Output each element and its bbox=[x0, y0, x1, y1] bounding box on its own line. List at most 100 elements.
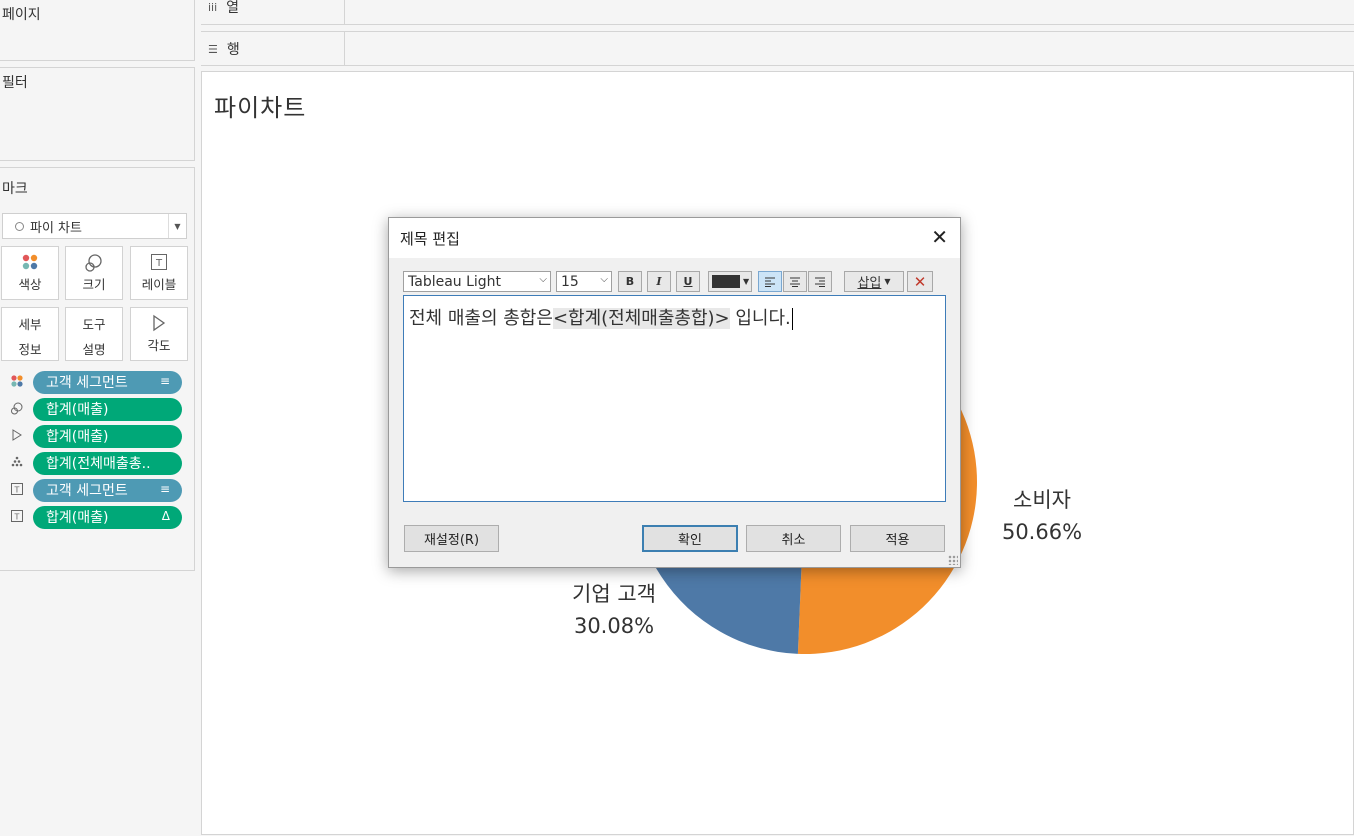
svg-text:T: T bbox=[14, 485, 20, 494]
chevron-down-icon: ⌵ bbox=[539, 274, 547, 285]
color-label: 색상 bbox=[18, 277, 42, 292]
mark-pill-segment-color[interactable]: 고객 세그먼트 ≡ bbox=[8, 370, 184, 394]
angle-icon bbox=[131, 314, 187, 338]
align-right-button[interactable] bbox=[808, 271, 832, 292]
angle-button[interactable]: 각도 bbox=[130, 307, 188, 361]
dialog-title: 제목 편집 bbox=[400, 230, 460, 248]
size-button[interactable]: 크기 bbox=[65, 246, 123, 300]
title-text-before: 전체 매출의 총합은 bbox=[409, 308, 553, 329]
filters-title: 필터 bbox=[2, 75, 28, 91]
color-dots-icon bbox=[2, 253, 58, 277]
color-button[interactable]: 색상 bbox=[1, 246, 59, 300]
reset-button[interactable]: 재설정(R) bbox=[404, 525, 499, 552]
pill-label: 합계(매출) bbox=[46, 510, 109, 526]
angle-icon bbox=[8, 428, 26, 445]
chevron-down-icon: ⌵ bbox=[600, 274, 608, 285]
align-left-icon bbox=[765, 277, 775, 287]
label-icon: T bbox=[8, 482, 26, 499]
detail-button[interactable]: 세부 정보 bbox=[1, 307, 59, 361]
chevron-down-icon: ▼ bbox=[743, 277, 750, 286]
edit-title-dialog: 제목 편집 ✕ Tableau Light ⌵ 15 ⌵ B I U ▼ 삽입 … bbox=[388, 217, 961, 568]
pie-label-percent: 50.66% bbox=[1001, 520, 1083, 544]
rows-shelf[interactable]: ☰ 행 bbox=[201, 31, 1354, 66]
pill[interactable]: 합계(매출) Δ bbox=[33, 505, 182, 529]
detail-label-1: 세부 bbox=[18, 317, 42, 332]
resize-grip-icon[interactable] bbox=[948, 555, 958, 565]
pill-label: 고객 세그먼트 bbox=[46, 483, 128, 499]
ok-button[interactable]: 확인 bbox=[642, 525, 738, 552]
font-family-value: Tableau Light bbox=[408, 273, 502, 290]
sort-icon: ≡ bbox=[159, 373, 170, 388]
label-icon: T bbox=[131, 253, 187, 277]
mark-pill-sales-angle[interactable]: 합계(매출) bbox=[8, 424, 184, 448]
chevron-down-icon: ▼ bbox=[884, 277, 891, 286]
tooltip-button[interactable]: 도구 설명 bbox=[65, 307, 123, 361]
pill[interactable]: 합계(매출) bbox=[33, 397, 182, 421]
delta-icon: Δ bbox=[161, 508, 170, 523]
label-button[interactable]: T 레이블 bbox=[130, 246, 188, 300]
pie-label-category: 기업 고객 bbox=[572, 582, 656, 606]
pages-panel: 페이지 bbox=[0, 0, 195, 61]
chevron-down-icon[interactable]: ▼ bbox=[168, 214, 186, 238]
detail-label-2: 정보 bbox=[18, 342, 42, 357]
italic-button[interactable]: I bbox=[647, 271, 671, 292]
pie-label-percent: 30.08% bbox=[573, 614, 655, 638]
color-dots-icon bbox=[8, 374, 26, 391]
pages-title: 페이지 bbox=[2, 7, 41, 23]
close-icon[interactable]: ✕ bbox=[931, 226, 948, 248]
color-swatch bbox=[712, 275, 740, 288]
align-right-icon bbox=[815, 277, 825, 287]
mark-pill-total-detail[interactable]: 합계(전체매출총.. bbox=[8, 451, 184, 475]
tooltip-label-2: 설명 bbox=[82, 342, 106, 357]
font-family-select[interactable]: Tableau Light ⌵ bbox=[403, 271, 551, 292]
sort-icon: ≡ bbox=[159, 481, 170, 496]
mark-pill-sales-label[interactable]: T 합계(매출) Δ bbox=[8, 505, 184, 529]
text-cursor bbox=[791, 308, 793, 330]
rows-text: 행 bbox=[226, 42, 240, 58]
marks-panel: 마크 파이 차트 ▼ 색상 크기 T 레이블 세부 정보 도구 설명 각도 고객… bbox=[0, 167, 195, 571]
pill[interactable]: 고객 세그먼트 ≡ bbox=[33, 478, 182, 502]
mark-pill-segment-label[interactable]: T 고객 세그먼트 ≡ bbox=[8, 478, 184, 502]
font-size-select[interactable]: 15 ⌵ bbox=[556, 271, 612, 292]
pill-label: 합계(매출) bbox=[46, 402, 109, 418]
insert-button[interactable]: 삽입 ▼ bbox=[844, 271, 904, 292]
pill-label: 합계(매출) bbox=[46, 429, 109, 445]
size-label: 크기 bbox=[82, 277, 106, 292]
detail-icon bbox=[8, 455, 26, 472]
mark-type-dropdown[interactable]: 파이 차트 ▼ bbox=[2, 213, 187, 239]
label-label: 레이블 bbox=[141, 277, 177, 292]
apply-button[interactable]: 적용 bbox=[850, 525, 945, 552]
columns-text: 열 bbox=[226, 0, 240, 16]
align-left-button[interactable] bbox=[758, 271, 782, 292]
bold-button[interactable]: B bbox=[618, 271, 642, 292]
pill[interactable]: 합계(전체매출총.. bbox=[33, 451, 182, 475]
marks-title: 마크 bbox=[2, 181, 28, 197]
mark-pill-sales-size[interactable]: 합계(매출) bbox=[8, 397, 184, 421]
title-text-editor[interactable]: 전체 매출의 총합은<합계(전체매출총합)> 입니다. bbox=[403, 295, 946, 502]
angle-label: 각도 bbox=[147, 338, 171, 353]
mark-type-label: 파이 차트 bbox=[30, 220, 82, 236]
pill[interactable]: 고객 세그먼트 ≡ bbox=[33, 370, 182, 394]
delete-icon: ✕ bbox=[913, 272, 927, 291]
columns-shelf[interactable]: iii 열 bbox=[201, 0, 1354, 25]
insert-label: 삽입 bbox=[857, 276, 882, 291]
dialog-titlebar[interactable]: 제목 편집 ✕ bbox=[389, 218, 960, 258]
pie-label-consumer: 소비자 50.66% bbox=[977, 484, 1107, 548]
pill-label: 고객 세그먼트 bbox=[46, 375, 128, 391]
size-icon bbox=[66, 253, 122, 277]
columns-shelf-label: iii 열 bbox=[201, 0, 345, 24]
pill-label: 합계(전체매출총.. bbox=[46, 456, 151, 472]
cancel-button[interactable]: 취소 bbox=[746, 525, 841, 552]
underline-button[interactable]: U bbox=[676, 271, 700, 292]
rows-icon: ☰ bbox=[208, 42, 218, 56]
pie-label-corporate: 기업 고객 30.08% bbox=[552, 578, 676, 642]
title-text-after: 입니다. bbox=[729, 308, 791, 329]
clear-format-button[interactable]: ✕ bbox=[907, 271, 933, 292]
label-icon: T bbox=[8, 509, 26, 526]
title-field-reference[interactable]: <합계(전체매출총합)> bbox=[552, 308, 730, 329]
align-center-button[interactable] bbox=[783, 271, 807, 292]
size-icon bbox=[8, 401, 26, 418]
text-color-button[interactable]: ▼ bbox=[708, 271, 752, 292]
pill[interactable]: 합계(매출) bbox=[33, 424, 182, 448]
tooltip-label-1: 도구 bbox=[82, 317, 106, 332]
